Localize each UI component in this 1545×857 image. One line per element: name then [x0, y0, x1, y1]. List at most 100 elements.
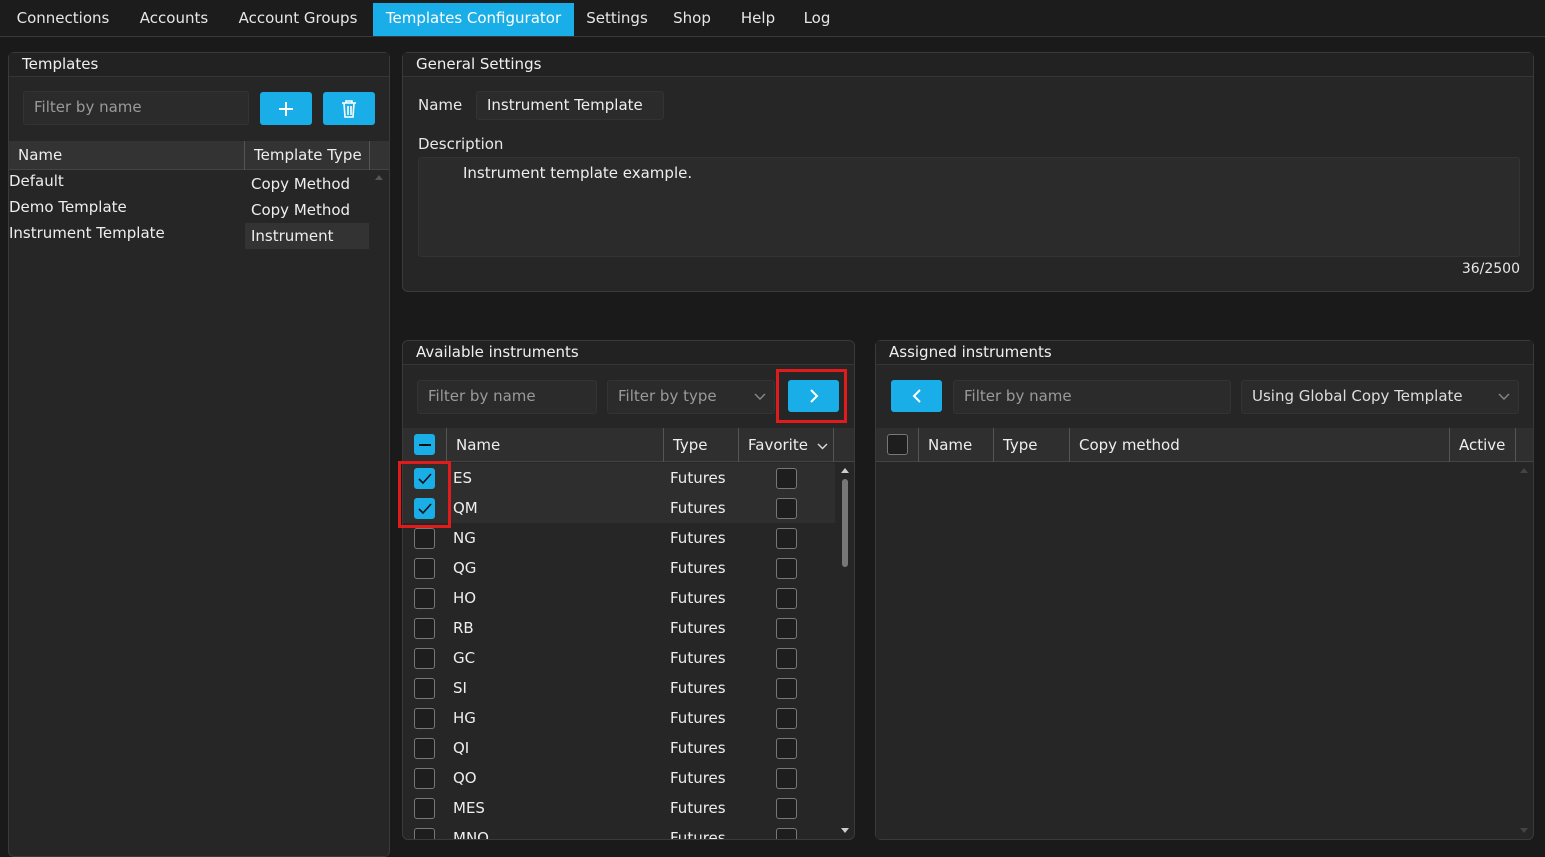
instrument-row[interactable]: MES Futures	[403, 793, 835, 823]
instrument-row[interactable]: RB Futures	[403, 613, 835, 643]
instrument-row[interactable]: QO Futures	[403, 763, 835, 793]
delete-template-button[interactable]	[323, 92, 375, 125]
instrument-select-checkbox[interactable]	[414, 558, 435, 579]
instrument-row[interactable]: ES Futures	[403, 463, 835, 493]
instrument-row[interactable]: MNQ Futures	[403, 823, 835, 840]
instrument-select-checkbox[interactable]	[414, 708, 435, 729]
instrument-name: HO	[453, 589, 477, 607]
instrument-row[interactable]: NG Futures	[403, 523, 835, 553]
instrument-select-checkbox[interactable]	[414, 648, 435, 669]
tab-log[interactable]: Log	[796, 3, 838, 36]
favorite-checkbox[interactable]	[776, 798, 797, 819]
column-header-name[interactable]: Name	[447, 428, 664, 462]
column-header-active[interactable]: Active	[1450, 428, 1516, 462]
favorite-checkbox[interactable]	[776, 588, 797, 609]
instrument-row[interactable]: HO Futures	[403, 583, 835, 613]
add-template-button[interactable]	[260, 92, 312, 125]
scroll-up-icon[interactable]	[374, 173, 384, 181]
column-header-type[interactable]: Type	[994, 428, 1070, 462]
column-header-checkbox	[403, 428, 447, 462]
instrument-type: Futures	[670, 739, 726, 757]
column-header-type[interactable]: Type	[664, 428, 739, 462]
instrument-select-checkbox[interactable]	[414, 528, 435, 549]
favorite-checkbox[interactable]	[776, 768, 797, 789]
copy-template-select[interactable]: Using Global Copy Template	[1241, 380, 1519, 414]
scroll-down-icon[interactable]	[840, 827, 850, 835]
instrument-row[interactable]: GC Futures	[403, 643, 835, 673]
available-instruments-title: Available instruments	[403, 341, 854, 365]
instrument-row[interactable]: QG Futures	[403, 553, 835, 583]
column-header-name[interactable]: Name	[919, 428, 994, 462]
instrument-select-checkbox[interactable]	[414, 768, 435, 789]
scroll-down-icon[interactable]	[1519, 827, 1529, 835]
instrument-row[interactable]: QI Futures	[403, 733, 835, 763]
template-row[interactable]: Default Copy Method	[9, 171, 371, 197]
column-header-favorite[interactable]: Favorite	[739, 428, 834, 462]
instrument-name: NG	[453, 529, 476, 547]
assigned-filter-name-input[interactable]: Filter by name	[953, 380, 1231, 414]
column-header-checkbox	[876, 428, 919, 462]
templates-scrollbar-track[interactable]	[371, 171, 387, 856]
instrument-type: Futures	[670, 469, 726, 487]
highlight-checked-rows	[398, 461, 451, 528]
available-scrollbar[interactable]	[837, 463, 853, 839]
unassign-instruments-button[interactable]	[891, 380, 942, 412]
favorite-checkbox[interactable]	[776, 708, 797, 729]
instrument-select-checkbox[interactable]	[414, 678, 435, 699]
favorite-checkbox[interactable]	[776, 648, 797, 669]
templates-filter-input[interactable]: Filter by name	[23, 91, 249, 125]
tab-connections[interactable]: Connections	[8, 3, 118, 36]
instrument-name: QM	[453, 499, 478, 517]
template-name: Instrument Template	[9, 224, 165, 242]
favorite-checkbox[interactable]	[776, 738, 797, 759]
template-name-input[interactable]: Instrument Template	[476, 91, 664, 120]
scroll-up-icon[interactable]	[840, 466, 850, 474]
tab-accounts[interactable]: Accounts	[130, 3, 218, 36]
instrument-select-checkbox[interactable]	[414, 618, 435, 639]
description-textarea[interactable]: Instrument template example.	[418, 157, 1520, 257]
instrument-select-checkbox[interactable]	[414, 738, 435, 759]
instrument-select-checkbox[interactable]	[414, 828, 435, 839]
template-row-selected[interactable]: Instrument Template Instrument	[9, 223, 371, 249]
scroll-up-icon[interactable]	[1519, 466, 1529, 474]
favorite-checkbox[interactable]	[776, 558, 797, 579]
favorite-checkbox[interactable]	[776, 528, 797, 549]
favorite-checkbox[interactable]	[776, 498, 797, 519]
favorite-checkbox[interactable]	[776, 468, 797, 489]
instrument-select-checkbox[interactable]	[414, 588, 435, 609]
column-header-name[interactable]: Name	[9, 141, 245, 170]
instrument-row[interactable]: HG Futures	[403, 703, 835, 733]
chevron-down-icon	[754, 393, 766, 400]
instrument-type: Futures	[670, 559, 726, 577]
instrument-type: Futures	[670, 829, 726, 840]
filter-type-value: Filter by type	[618, 387, 717, 405]
available-instruments-list: ES Futures QM Futures NG Futures QG Futures HO Fu…	[403, 463, 835, 840]
instrument-type: Futures	[670, 529, 726, 547]
assigned-scrollbar[interactable]	[1516, 463, 1532, 839]
favorite-checkbox[interactable]	[776, 678, 797, 699]
favorite-checkbox[interactable]	[776, 618, 797, 639]
instrument-name: ES	[453, 469, 472, 487]
tab-account-groups[interactable]: Account Groups	[228, 3, 368, 36]
tab-templates-configurator[interactable]: Templates Configurator	[373, 3, 574, 36]
tab-settings[interactable]: Settings	[580, 3, 654, 36]
instrument-select-checkbox[interactable]	[414, 798, 435, 819]
available-filter-name-input[interactable]: Filter by name	[417, 380, 597, 414]
instrument-row[interactable]: QM Futures	[403, 493, 835, 523]
favorite-checkbox[interactable]	[776, 828, 797, 839]
instrument-name: MNQ	[453, 829, 489, 840]
available-filter-type-select[interactable]: Filter by type	[607, 380, 775, 414]
tab-shop[interactable]: Shop	[664, 3, 720, 36]
tab-help[interactable]: Help	[730, 3, 786, 36]
template-row[interactable]: Demo Template Copy Method	[9, 197, 371, 223]
assigned-instruments-list	[876, 463, 1516, 839]
scrollbar-thumb[interactable]	[842, 479, 848, 567]
instrument-row[interactable]: SI Futures	[403, 673, 835, 703]
description-char-count: 36/2500	[1461, 261, 1520, 277]
column-header-copy-method[interactable]: Copy method	[1070, 428, 1450, 462]
instrument-name: RB	[453, 619, 474, 637]
instrument-name: GC	[453, 649, 476, 667]
instrument-type: Futures	[670, 769, 726, 787]
column-header-template-type[interactable]: Template Type	[245, 141, 370, 170]
chevron-left-icon	[912, 389, 921, 403]
